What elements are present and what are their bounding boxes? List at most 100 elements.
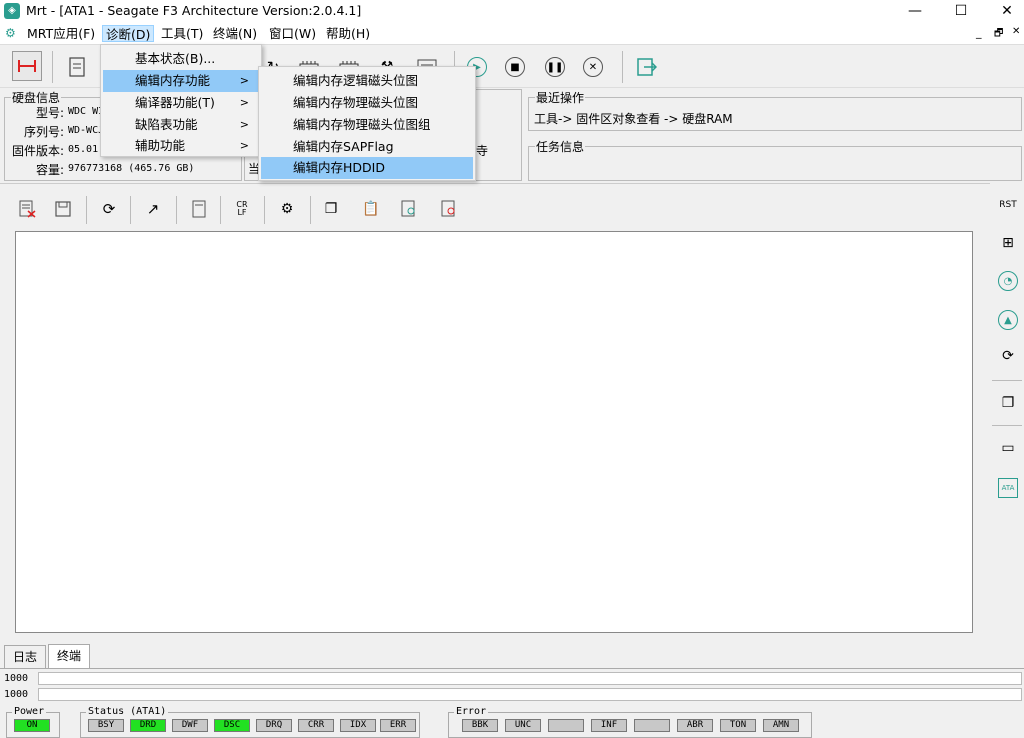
menu-item-label: 辅助功能 — [135, 138, 186, 153]
error-flag-amn: AMN — [763, 719, 799, 732]
exit-icon[interactable] — [634, 54, 660, 80]
task-info-group: 任务信息 — [528, 138, 1022, 181]
toolbar-separator — [264, 196, 265, 224]
error-flag-blank-1 — [548, 719, 584, 732]
error-flag-unc: UNC — [505, 719, 541, 732]
memory-reload-icon[interactable]: ⟳ — [998, 346, 1018, 366]
status-flag-dsc: DSC — [214, 719, 250, 732]
error-flag-inf: INF — [591, 719, 627, 732]
paste-icon[interactable]: 📋 — [360, 198, 382, 220]
edit-memory-submenu: 编辑内存逻辑磁头位图 编辑内存物理磁头位图 编辑内存物理磁头位图组 编辑内存SA… — [258, 66, 476, 181]
right-toolbar: RST ⊞ ◔ ▲ ⟳ ❐ ▭ ATA — [990, 183, 1024, 513]
menu-window[interactable]: 窗口(W) — [266, 25, 319, 42]
menu-item-label: 编译器功能(T) — [135, 95, 215, 110]
menu-item-label: 编辑内存功能 — [135, 73, 211, 88]
mrt-menu-icon: ⚙ — [5, 26, 16, 40]
app-icon: ◈ — [4, 3, 20, 19]
mdi-close-button[interactable]: ✕ — [1012, 26, 1020, 37]
tab-baseline — [0, 668, 1024, 669]
find-next-icon[interactable] — [438, 198, 460, 220]
menu-item-basic-status[interactable]: 基本状态(B)... — [103, 48, 259, 70]
ata-icon[interactable]: ATA — [998, 478, 1018, 498]
mdi-restore-button[interactable]: 🗗 — [994, 26, 1003, 43]
toolbar-separator — [992, 380, 1022, 381]
save-icon[interactable] — [52, 198, 74, 220]
calculator-icon[interactable] — [188, 198, 210, 220]
export-icon[interactable]: ↗ — [142, 198, 164, 220]
menu-item-compiler[interactable]: 编译器功能(T) > — [103, 92, 259, 114]
chip-icon[interactable]: ⊞ — [998, 233, 1018, 253]
menu-bar: ⚙ MRT应用(F) 诊断(D) 工具(T) 终端(N) 窗口(W) 帮助(H)… — [0, 22, 1024, 44]
capacity-label: 容量: — [35, 163, 64, 177]
clear-icon[interactable] — [16, 198, 38, 220]
firmware-label: 固件版本: — [11, 144, 64, 158]
capacity-value: 976773168 (465.76 GB) — [68, 163, 195, 174]
find-icon[interactable] — [398, 198, 420, 220]
menu-tools[interactable]: 工具(T) — [158, 25, 206, 42]
submenu-arrow-icon: > — [239, 118, 249, 131]
error-flag-abr: ABR — [677, 719, 713, 732]
reload-icon[interactable]: ⟳ — [98, 198, 120, 220]
submenu-item-sapflag[interactable]: 编辑内存SAPFlag — [261, 136, 473, 158]
stop-icon[interactable]: ■ — [502, 54, 528, 80]
counter-bar — [38, 688, 1022, 701]
menu-item-edit-memory[interactable]: 编辑内存功能 > — [103, 70, 259, 92]
recent-ops-legend: 最近操作 — [536, 91, 585, 105]
status-flag-crr: CRR — [298, 719, 334, 732]
terminal-icon[interactable]: ▭ — [998, 438, 1018, 458]
minimize-button[interactable]: — — [892, 0, 938, 22]
toolbar-separator — [176, 196, 177, 224]
firmware-value: 05.01 — [68, 144, 99, 155]
terminal-output-area[interactable] — [15, 231, 973, 633]
error-legend: Error — [454, 706, 489, 717]
menu-terminal[interactable]: 终端(N) — [210, 25, 260, 42]
menu-item-defect-table[interactable]: 缺陷表功能 > — [103, 114, 259, 136]
mdi-minimize-button[interactable]: _ — [976, 26, 982, 39]
power-on-indicator: ON — [14, 719, 50, 732]
maximize-button[interactable]: ☐ — [938, 0, 984, 22]
status-legend: Status (ATA1) — [86, 706, 169, 717]
spindown-icon[interactable]: ◔ — [998, 271, 1018, 291]
reset-icon[interactable]: RST — [998, 195, 1018, 215]
connect-drive-icon[interactable] — [12, 51, 42, 81]
model-value: WDC WI — [68, 106, 105, 117]
serial-value: WD-WCJ — [68, 125, 105, 136]
spinup-icon[interactable]: ▲ — [998, 310, 1018, 330]
submenu-item-hddid[interactable]: 编辑内存HDDID — [261, 157, 473, 179]
close-button[interactable]: ✕ — [984, 0, 1024, 22]
status-flag-drd: DRD — [130, 719, 166, 732]
window-icon[interactable]: ❐ — [998, 393, 1018, 413]
document-icon[interactable] — [64, 54, 90, 80]
counter-value: 1000 — [4, 689, 29, 700]
submenu-arrow-icon: > — [239, 74, 249, 87]
terminal-panel: ⟳ ↗ CR LF ⚙ ❐ 📋 — [0, 183, 990, 640]
pause-icon[interactable]: ❚❚ — [542, 54, 568, 80]
cancel-icon[interactable]: ✕ — [580, 54, 606, 80]
error-flag-ton: TON — [720, 719, 756, 732]
title-bar: ◈ Mrt - [ATA1 - Seagate F3 Architecture … — [0, 0, 1024, 22]
menu-item-label: 缺陷表功能 — [135, 117, 198, 132]
submenu-item-logical-head-map[interactable]: 编辑内存逻辑磁头位图 — [261, 70, 473, 92]
submenu-item-physical-head-map[interactable]: 编辑内存物理磁头位图 — [261, 92, 473, 114]
menu-mrt-app[interactable]: MRT应用(F) — [24, 25, 98, 42]
error-flag-blank-2 — [634, 719, 670, 732]
submenu-item-physical-head-map-group[interactable]: 编辑内存物理磁头位图组 — [261, 114, 473, 136]
copy-icon[interactable]: ❐ — [320, 198, 342, 220]
tab-log[interactable]: 日志 — [4, 645, 47, 668]
toolbar-separator — [310, 196, 311, 224]
menu-item-auxiliary[interactable]: 辅助功能 > — [103, 135, 259, 157]
counter-value: 1000 — [4, 673, 29, 684]
serial-label: 序列号: — [23, 125, 64, 139]
error-group — [448, 712, 812, 738]
recent-ops-text: 工具-> 固件区对象查看 -> 硬盘RAM — [534, 112, 733, 126]
time-label-partial: 寺 — [476, 144, 489, 158]
settings-icon[interactable]: ⚙ — [276, 198, 298, 220]
crlf-icon[interactable]: CR LF — [231, 198, 253, 220]
tab-terminal[interactable]: 终端 — [48, 644, 91, 669]
menu-help[interactable]: 帮助(H) — [323, 25, 373, 42]
power-legend: Power — [12, 706, 47, 717]
toolbar-separator — [992, 425, 1022, 426]
menu-diagnose[interactable]: 诊断(D) — [102, 25, 155, 42]
menu-item-label: 基本状态(B)... — [135, 51, 216, 66]
counter-row: 1000 — [4, 672, 1024, 686]
